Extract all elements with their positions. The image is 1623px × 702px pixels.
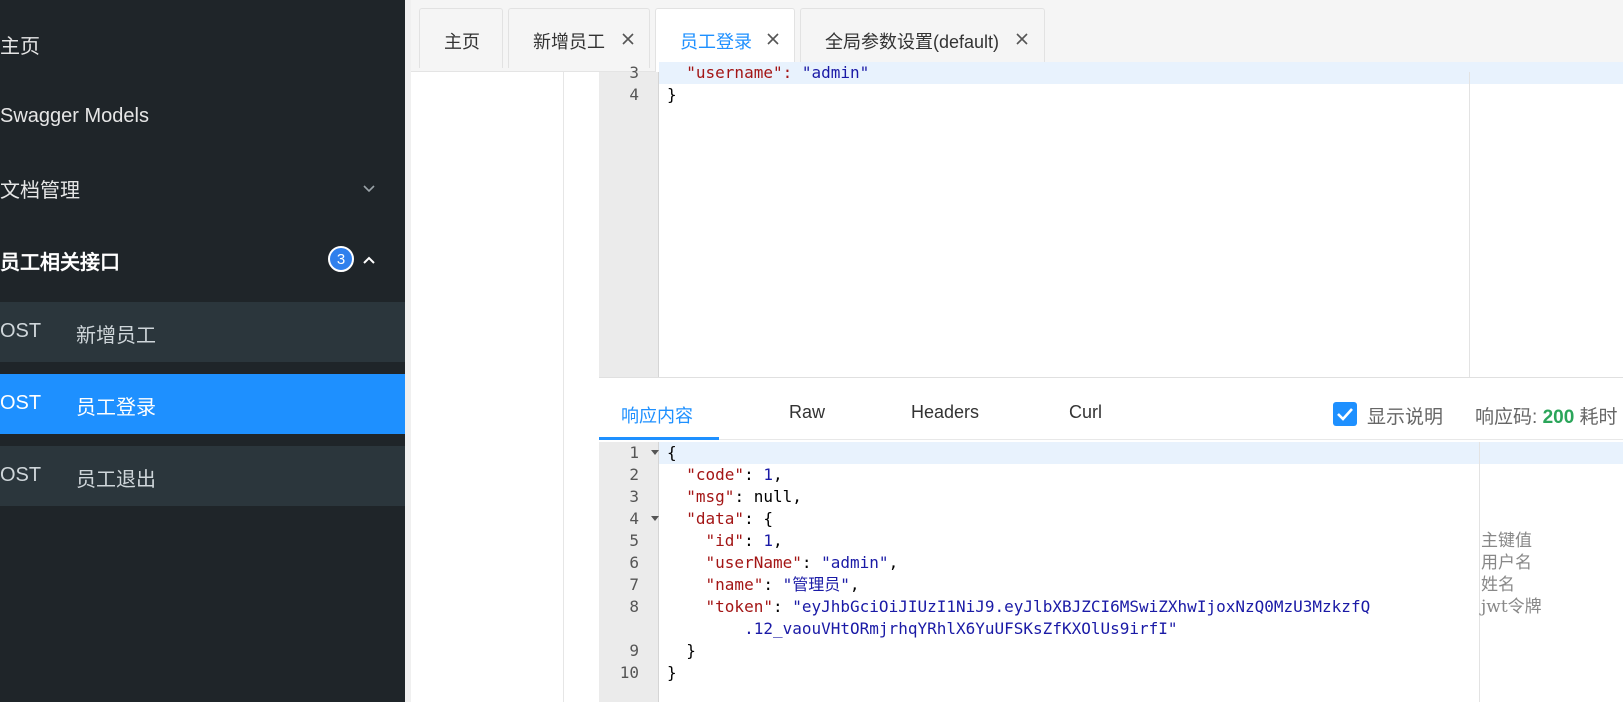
response-body-editor[interactable]: 1 2 3 4 5 6 7 8 9 10 { "code": 1, "msg":…	[599, 442, 1623, 702]
sidebar-subitem-employee-login[interactable]: OST 员工登录	[0, 374, 405, 434]
code-line: .12_vaouVHtORmjrhqYRhlX6YuUFSKsZfKXOlUs9…	[667, 619, 1178, 638]
field-description: 用户名	[1481, 553, 1532, 573]
code-line: "name": "管理员",	[705, 575, 860, 594]
code-line: "msg": null,	[686, 487, 802, 506]
chevron-up-icon	[363, 256, 375, 264]
print-margin	[1479, 442, 1480, 702]
tab-headers[interactable]: Headers	[911, 402, 979, 423]
tab-label: 全局参数设置(default)	[825, 32, 1000, 52]
http-method-label: OST	[0, 392, 42, 414]
status-code-label: 响应码:	[1475, 407, 1538, 428]
sidebar-item-doc-management[interactable]: 文档管理	[0, 158, 405, 218]
line-number-gutter	[599, 72, 659, 377]
line-number: 2	[629, 465, 639, 484]
sidebar: 主页 Swagger Models 文档管理 员工相关接口 3 OST 新增员工…	[0, 0, 405, 702]
code-key: "username":	[667, 63, 802, 82]
code-line: {	[667, 443, 677, 462]
count-badge: 3	[328, 246, 354, 272]
code-line: "userName": "admin",	[705, 553, 899, 572]
line-number: 1	[629, 443, 639, 462]
tab-curl[interactable]: Curl	[1069, 402, 1102, 423]
close-icon[interactable]	[1014, 31, 1030, 47]
tab-label: 新增员工	[533, 32, 605, 52]
sidebar-item-label: Swagger Models	[0, 104, 149, 127]
tab-add-employee[interactable]: 新增员工	[508, 8, 650, 68]
code-string: "admin"	[801, 63, 870, 82]
content-divider	[563, 72, 564, 702]
print-margin	[1469, 72, 1470, 377]
sidebar-item-swagger-models[interactable]: Swagger Models	[0, 86, 405, 146]
active-tab-indicator	[599, 437, 719, 440]
tab-raw[interactable]: Raw	[789, 402, 825, 423]
code-line: "id": 1,	[705, 531, 783, 550]
fold-arrow-icon[interactable]	[651, 450, 659, 455]
code-line: "token": "eyJhbGciOiJIUzI1NiJ9.eyJlbXBJZ…	[705, 597, 1371, 616]
line-number: 4	[629, 509, 639, 528]
code-line: "data": {	[686, 509, 773, 528]
code-line: }	[667, 663, 677, 682]
request-body-editor[interactable]: 3 "username": "admin" 4 }	[599, 62, 1623, 378]
field-description: jwt令牌	[1481, 597, 1542, 617]
code-line: }	[667, 85, 677, 104]
show-description-checkbox[interactable]	[1333, 402, 1357, 426]
http-method-label: OST	[0, 464, 42, 486]
field-description: 姓名	[1481, 575, 1515, 595]
code-line: "code": 1,	[686, 465, 783, 484]
sidebar-item-label: 主页	[0, 35, 40, 58]
line-number: 4	[629, 85, 639, 104]
line-number: 9	[629, 641, 639, 660]
check-icon	[1337, 408, 1353, 421]
line-number: 7	[629, 575, 639, 594]
code-line: "username": "admin"	[667, 62, 869, 84]
status-code-value: 200	[1542, 407, 1575, 428]
tab-home[interactable]: 主页	[419, 8, 503, 68]
chevron-down-icon	[363, 185, 375, 193]
sidebar-group-employee-api[interactable]: 员工相关接口 3	[0, 230, 405, 290]
line-number: 5	[629, 531, 639, 550]
sidebar-subitem-add-employee[interactable]: OST 新增员工	[0, 302, 405, 362]
tab-label: 员工登录	[680, 32, 752, 52]
sidebar-group-label: 员工相关接口	[0, 251, 120, 274]
close-icon[interactable]	[620, 31, 636, 47]
tab-response-content[interactable]: 响应内容	[621, 402, 693, 428]
tab-global-params[interactable]: 全局参数设置(default)	[800, 8, 1045, 68]
line-number: 8	[629, 597, 639, 616]
line-number: 3	[629, 487, 639, 506]
api-name-label: 新增员工	[76, 325, 156, 347]
main-content: 3 "username": "admin" 4 } 响应内容 Raw Heade…	[411, 62, 1623, 702]
elapsed-time-label: 耗时	[1579, 407, 1618, 428]
line-number: 6	[629, 553, 639, 572]
status-code-info: 响应码: 200 耗时	[1475, 402, 1618, 429]
line-number: 3	[629, 63, 639, 82]
show-description-label: 显示说明	[1367, 407, 1444, 428]
tab-label: 主页	[444, 32, 480, 52]
sidebar-item-label: 文档管理	[0, 179, 80, 202]
sidebar-subitem-employee-logout[interactable]: OST 员工退出	[0, 446, 405, 506]
sidebar-item-home[interactable]: 主页	[0, 14, 405, 74]
fold-arrow-icon[interactable]	[651, 516, 659, 521]
response-tabs: 响应内容 Raw Headers Curl 显示说明 响应码: 200 耗时	[599, 390, 1623, 440]
close-icon[interactable]	[765, 31, 781, 47]
http-method-label: OST	[0, 320, 42, 342]
field-description: 主键值	[1481, 531, 1532, 551]
api-name-label: 员工登录	[76, 397, 156, 419]
line-number: 10	[619, 663, 639, 682]
code-line: }	[667, 641, 696, 660]
api-name-label: 员工退出	[76, 469, 156, 491]
